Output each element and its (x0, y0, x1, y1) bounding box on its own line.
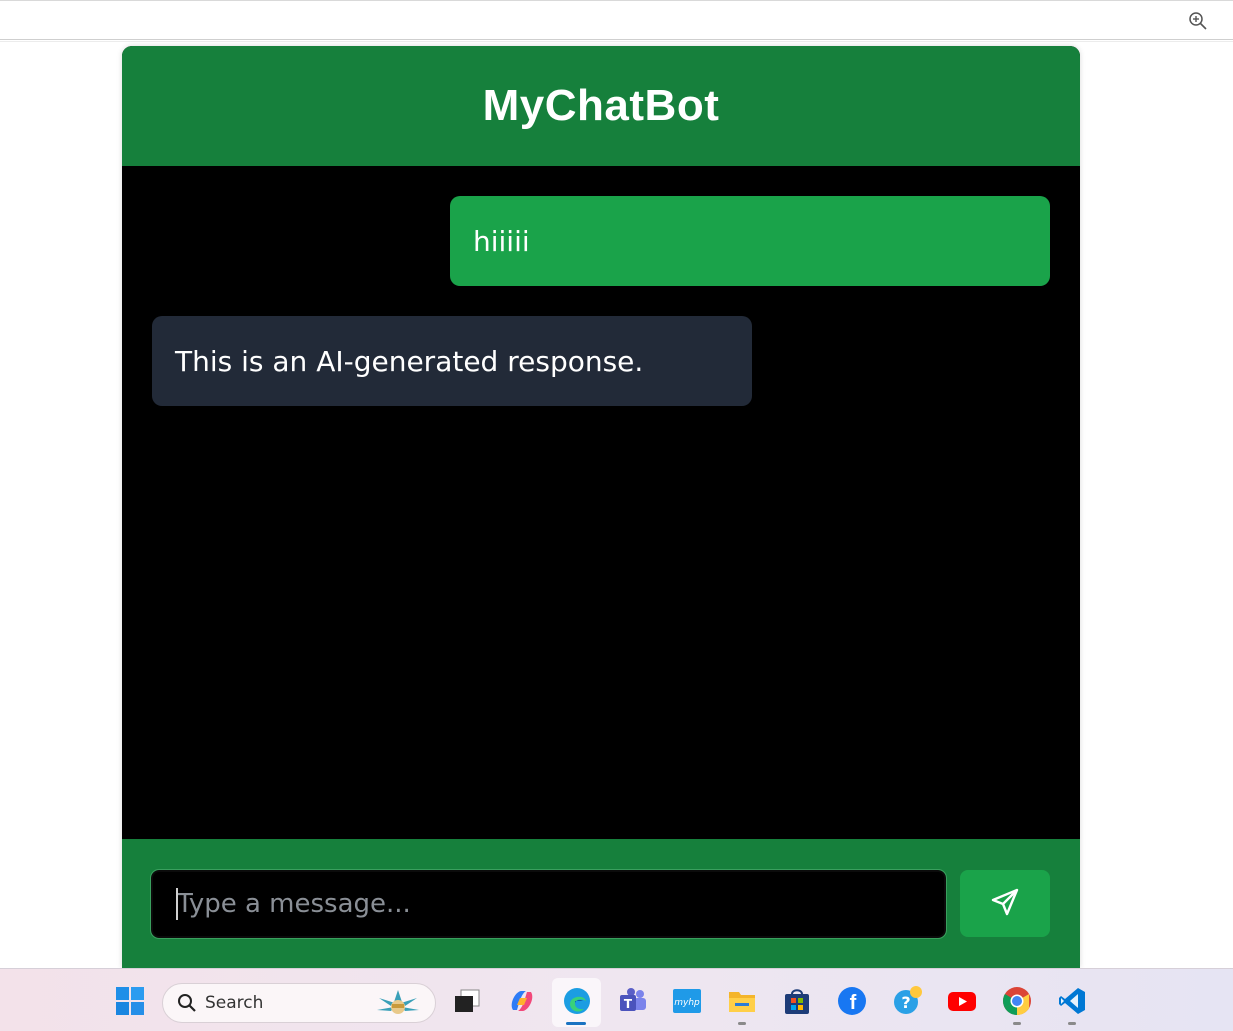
copilot-icon[interactable] (507, 986, 537, 1016)
teams-icon[interactable]: T (617, 986, 647, 1016)
send-icon (989, 886, 1021, 921)
bot-message-bubble: This is an AI-generated response. (152, 316, 752, 406)
chrome-icon[interactable] (1002, 986, 1032, 1016)
svg-text:?: ? (901, 993, 910, 1012)
facebook-icon[interactable]: f (837, 986, 867, 1016)
browser-toolbar (0, 0, 1233, 40)
svg-text:f: f (850, 992, 857, 1014)
message-list: hiiiii This is an AI-generated response. (122, 166, 1080, 839)
myhp-icon[interactable]: myhp (672, 986, 702, 1016)
task-view-icon[interactable] (452, 986, 482, 1016)
file-explorer-indicator (738, 1022, 746, 1025)
search-label: Search (205, 993, 264, 1013)
windows-start-icon[interactable] (115, 986, 145, 1016)
microsoft-store-icon[interactable] (782, 986, 812, 1016)
message-input[interactable] (150, 869, 947, 939)
send-button[interactable] (960, 870, 1050, 937)
chrome-indicator (1013, 1022, 1021, 1025)
svg-text:T: T (624, 997, 633, 1011)
text-caret (176, 888, 178, 920)
vscode-icon[interactable] (1057, 986, 1087, 1016)
get-help-icon[interactable]: ? (892, 986, 922, 1016)
vscode-indicator (1068, 1022, 1076, 1025)
chat-window: MyChatBot hiiiii This is an AI-generated… (122, 46, 1080, 968)
zoom-in-icon[interactable] (1187, 10, 1209, 32)
file-explorer-icon[interactable] (727, 986, 757, 1016)
user-message-bubble: hiiiii (450, 196, 1050, 286)
chat-header: MyChatBot (122, 46, 1080, 166)
search-highlight-icon (369, 988, 427, 1020)
edge-icon[interactable] (562, 986, 592, 1016)
message-composer (122, 839, 1080, 968)
taskbar-search[interactable]: Search (162, 983, 436, 1023)
edge-active-indicator (566, 1022, 586, 1025)
taskbar: Search T myhp f ? (0, 968, 1233, 1031)
svg-text:myhp: myhp (674, 998, 700, 1008)
youtube-icon[interactable] (947, 986, 977, 1016)
page-title: MyChatBot (482, 81, 720, 130)
search-icon (177, 993, 197, 1013)
